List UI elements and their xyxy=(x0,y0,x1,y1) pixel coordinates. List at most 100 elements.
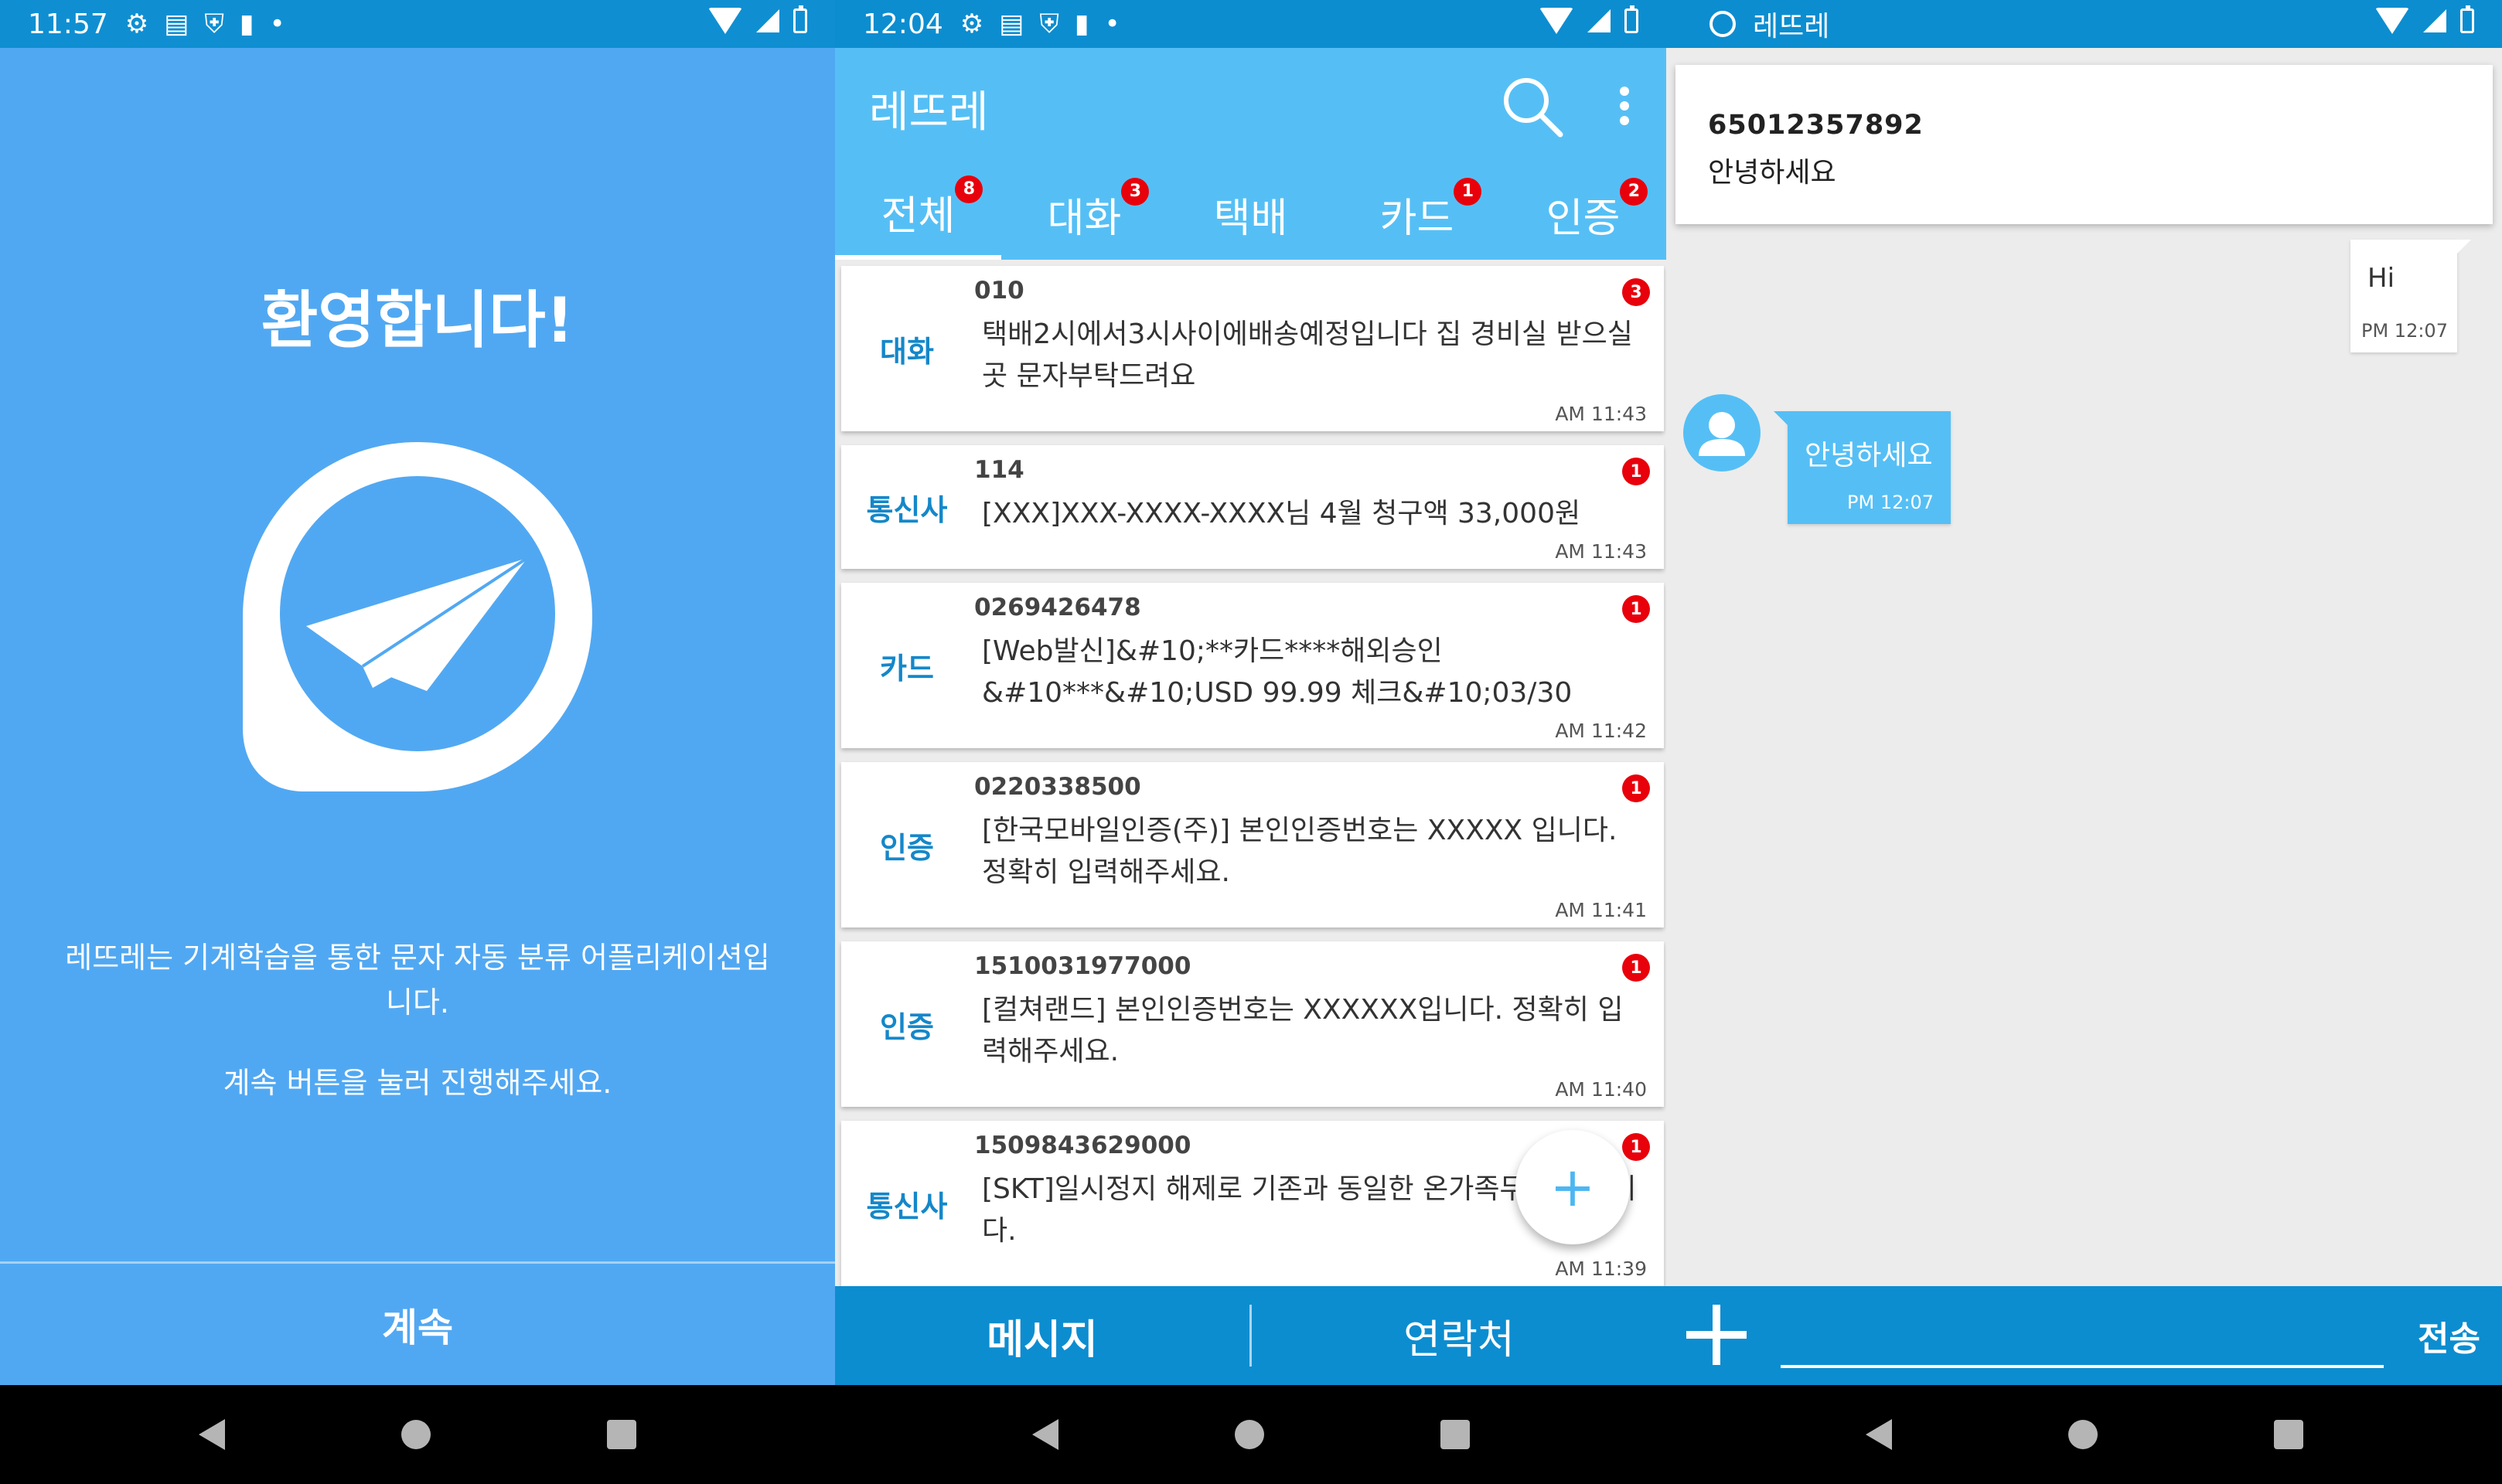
wifi-icon xyxy=(1539,8,1573,34)
tab-all[interactable]: 전체 8 xyxy=(835,168,1001,260)
incoming-message-bubble[interactable]: 안녕하세요 PM 12:07 xyxy=(1774,411,1951,524)
category-tabs: 전체 8 대화 3 택배 카드 1 인증 2 xyxy=(835,168,1666,260)
status-bar: 레뜨레 xyxy=(1666,0,2502,48)
bubble-text: Hi xyxy=(2367,263,2395,294)
unread-badge: 3 xyxy=(1622,278,1650,306)
message-item[interactable]: 인증 1510031977000 [컬쳐랜드] 본인인증번호는 XXXXXX입니… xyxy=(841,941,1664,1107)
recents-icon[interactable] xyxy=(2273,1420,2303,1449)
message-text: [XXX]XXX-XXXX-XXXX님 4월 청구액 33,000원 xyxy=(982,498,1581,529)
message-category: 카드 xyxy=(880,651,934,686)
back-icon[interactable] xyxy=(1865,1419,1892,1450)
bubble-time: PM 12:07 xyxy=(2361,320,2448,342)
settings-icon: ⚙ xyxy=(960,9,984,39)
battery-icon xyxy=(1624,5,1638,33)
message-item[interactable]: 통신사 114 [XXX]XXX-XXXX-XXXX님 4월 청구액 33,00… xyxy=(841,445,1664,569)
message-item[interactable]: 인증 0220338500 [한국모바일인증(주)] 본인인증번호는 XXXXX… xyxy=(841,762,1664,928)
message-time: AM 11:43 xyxy=(1555,403,1647,425)
shield-icon: ⛨ xyxy=(204,9,224,39)
message-category: 통신사 xyxy=(866,492,948,527)
message-sender: 114 xyxy=(974,456,1024,484)
status-bar: 12:04 ⚙ ▤ ⛨ ▮ • xyxy=(835,0,1666,48)
message-sender: 1510031977000 xyxy=(974,952,1191,980)
app-bar: 12:04 ⚙ ▤ ⛨ ▮ • 레뜨레 전체 8 대화 3 택배 카드 1 인증 2 xyxy=(835,0,1666,260)
add-message-fab[interactable]: + xyxy=(1515,1130,1630,1244)
tab-card[interactable]: 카드 1 xyxy=(1334,168,1500,260)
system-nav-bar xyxy=(0,1385,835,1484)
message-time: AM 11:43 xyxy=(1555,540,1647,563)
status-time: 11:57 xyxy=(28,8,108,40)
status-bar: 11:57 ⚙ ▤ ⛨ ▮ • xyxy=(0,0,835,48)
message-time: AM 11:41 xyxy=(1555,899,1647,921)
continue-button[interactable]: 계속 xyxy=(0,1264,835,1385)
message-time: AM 11:40 xyxy=(1555,1078,1647,1101)
message-time: AM 11:39 xyxy=(1555,1258,1647,1280)
search-icon[interactable] xyxy=(1502,76,1563,138)
home-icon[interactable] xyxy=(1234,1420,1264,1449)
chat-screen: 레뜨레 65012357892 안녕하세요 Hi PM 12:07 안녕하세요 … xyxy=(1666,0,2502,1484)
unread-badge: 1 xyxy=(1622,595,1650,623)
message-input[interactable] xyxy=(1781,1298,2384,1368)
tab-chat[interactable]: 대화 3 xyxy=(1001,168,1167,260)
heads-up-notification[interactable]: 65012357892 안녕하세요 xyxy=(1675,65,2493,224)
app-description: 레뜨레는 기계학습을 통한 문자 자동 분류 어플리케이션입니다. xyxy=(65,941,770,1019)
message-category: 인증 xyxy=(880,830,934,865)
tab-delivery[interactable]: 택배 xyxy=(1167,168,1334,260)
message-sender: 1509843629000 xyxy=(974,1132,1191,1159)
app-logo-icon xyxy=(243,442,592,791)
message-list-screen: 12:04 ⚙ ▤ ⛨ ▮ • 레뜨레 전체 8 대화 3 택배 카드 1 인증 2 xyxy=(835,0,1666,1484)
tab-auth[interactable]: 인증 2 xyxy=(1500,168,1666,260)
welcome-screen: 11:57 ⚙ ▤ ⛨ ▮ • 환영합니다! 레뜨레는 기계학습을 통한 문자 … xyxy=(0,0,835,1484)
wifi-icon xyxy=(2375,8,2409,34)
home-icon[interactable] xyxy=(2067,1420,2098,1449)
tab-contacts[interactable]: 연락처 xyxy=(1252,1307,1666,1365)
message-item[interactable]: 카드 0269426478 [Web발신]&#10;**카드****해외승인 &… xyxy=(841,583,1664,748)
battery-icon xyxy=(793,5,807,33)
add-icon[interactable] xyxy=(1686,1305,1747,1365)
instruction-text: 계속 버튼을 눌러 진행해주세요. xyxy=(223,1066,612,1100)
send-button[interactable]: 전송 xyxy=(2418,1286,2480,1385)
message-text: [컬쳐랜드] 본인인증번호는 XXXXXX입니다. 정확히 입력해주세요. xyxy=(982,994,1624,1067)
status-time: 12:04 xyxy=(863,8,943,40)
bottom-tab-bar: 메시지 연락처 xyxy=(835,1286,1666,1385)
news-icon: ▤ xyxy=(999,9,1024,39)
system-nav-bar xyxy=(835,1385,1666,1484)
notification-title: 65012357892 xyxy=(1708,110,1924,141)
battery-icon xyxy=(2460,5,2474,33)
dot-icon: • xyxy=(269,9,285,39)
unread-badge: 1 xyxy=(1622,954,1650,982)
tab-messages[interactable]: 메시지 xyxy=(835,1307,1249,1365)
message-sender: 0220338500 xyxy=(974,773,1141,801)
message-category: 통신사 xyxy=(866,1189,948,1224)
shield-icon: ⛨ xyxy=(1039,9,1059,39)
sd-card-icon: ▮ xyxy=(239,9,254,39)
welcome-title: 환영합니다! xyxy=(261,284,574,356)
home-icon[interactable] xyxy=(401,1420,431,1449)
unread-badge: 1 xyxy=(1622,1133,1650,1161)
message-category: 대화 xyxy=(880,334,934,369)
recents-icon[interactable] xyxy=(607,1420,636,1449)
back-icon[interactable] xyxy=(1031,1419,1058,1450)
message-text: 택배2시에서3시사이에배송예정입니다 집 경비실 받으실 곳 문자부탁드려요 xyxy=(982,318,1633,392)
outgoing-message-bubble[interactable]: Hi PM 12:07 xyxy=(2350,240,2471,352)
settings-icon: ⚙ xyxy=(124,9,149,39)
more-options-icon[interactable] xyxy=(1619,87,1630,125)
message-list[interactable]: 대화 010 택배2시에서3시사이에배송예정입니다 집 경비실 받으실 곳 문자… xyxy=(835,260,1666,1286)
app-title: 레뜨레 xyxy=(869,87,989,138)
back-icon[interactable] xyxy=(199,1419,225,1450)
message-time: AM 11:42 xyxy=(1555,720,1647,742)
message-item[interactable]: 대화 010 택배2시에서3시사이에배송예정입니다 집 경비실 받으실 곳 문자… xyxy=(841,266,1664,431)
cellular-icon xyxy=(756,9,779,32)
avatar[interactable] xyxy=(1683,394,1761,471)
unread-badge: 2 xyxy=(1620,177,1648,206)
dot-icon: • xyxy=(1104,9,1120,39)
message-composer: 전송 xyxy=(1666,1286,2502,1385)
bubble-text: 안녕하세요 xyxy=(1805,440,1933,471)
wifi-icon xyxy=(708,8,742,34)
app-notification-icon xyxy=(1709,11,1736,37)
sd-card-icon: ▮ xyxy=(1074,9,1089,39)
unread-badge: 1 xyxy=(1622,774,1650,802)
news-icon: ▤ xyxy=(164,9,189,39)
recents-icon[interactable] xyxy=(1440,1420,1470,1449)
notification-app-name: 레뜨레 xyxy=(1753,11,1830,43)
unread-badge: 8 xyxy=(955,175,983,203)
